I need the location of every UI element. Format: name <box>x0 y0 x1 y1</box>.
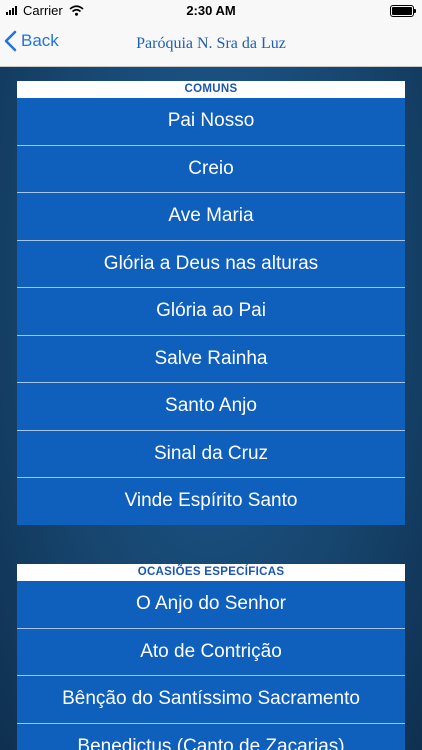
section-rows-ocasioes: O Anjo do Senhor Ato de Contrição Bênção… <box>17 581 405 750</box>
status-right <box>390 5 416 17</box>
prayer-row-santo-anjo[interactable]: Santo Anjo <box>17 383 405 431</box>
status-time: 2:30 AM <box>186 3 236 18</box>
section-comuns: COMUNS Pai Nosso Creio Ave Maria Glória … <box>17 81 405 525</box>
status-bar: Carrier 2:30 AM <box>0 0 422 22</box>
prayer-row-bencao-santissimo[interactable]: Bênção do Santíssimo Sacramento <box>17 676 405 724</box>
battery-icon <box>390 5 416 17</box>
section-header-ocasioes: OCASIÕES ESPECÍFICAS <box>17 564 405 581</box>
prayer-row-salve-rainha[interactable]: Salve Rainha <box>17 335 405 383</box>
section-ocasioes-especificas: OCASIÕES ESPECÍFICAS O Anjo do Senhor At… <box>17 564 405 750</box>
prayer-list[interactable]: COMUNS Pai Nosso Creio Ave Maria Glória … <box>0 67 422 750</box>
prayer-row-pai-nosso[interactable]: Pai Nosso <box>17 98 405 146</box>
prayer-row-anjo-do-senhor[interactable]: O Anjo do Senhor <box>17 581 405 629</box>
section-rows-comuns: Pai Nosso Creio Ave Maria Glória a Deus … <box>17 98 405 525</box>
nav-title: Paróquia N. Sra da Luz <box>136 35 286 52</box>
prayer-row-ave-maria[interactable]: Ave Maria <box>17 193 405 241</box>
section-header-comuns: COMUNS <box>17 81 405 98</box>
prayer-row-sinal-da-cruz[interactable]: Sinal da Cruz <box>17 430 405 478</box>
prayer-row-creio[interactable]: Creio <box>17 145 405 193</box>
prayer-row-ato-de-contricao[interactable]: Ato de Contrição <box>17 628 405 676</box>
prayer-row-gloria-ao-pai[interactable]: Glória ao Pai <box>17 288 405 336</box>
navigation-bar: Back Paróquia N. Sra da Luz <box>0 22 422 67</box>
prayer-row-vinde-espirito-santo[interactable]: Vinde Espírito Santo <box>17 478 405 525</box>
prayer-row-benedictus[interactable]: Benedictus (Canto de Zacarias) <box>17 723 405 750</box>
prayer-row-gloria-a-deus[interactable]: Glória a Deus nas alturas <box>17 240 405 288</box>
